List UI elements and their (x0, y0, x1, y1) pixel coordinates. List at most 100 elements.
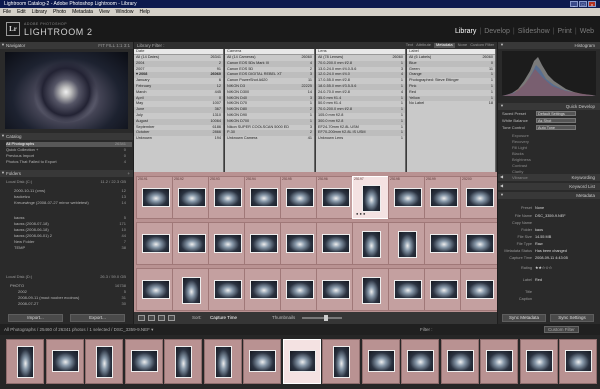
browser-item[interactable]: No Label 18 (407, 101, 495, 107)
metadata-value[interactable]: 14.55 MB (535, 235, 551, 239)
grid-thumbnail[interactable] (136, 222, 174, 265)
grid-thumbnail[interactable] (280, 268, 318, 311)
filmstrip-thumbnail[interactable] (559, 339, 597, 384)
menu-window[interactable]: Window (116, 9, 134, 15)
metadata-header[interactable]: ▼ Metadata (498, 192, 600, 199)
grid-thumbnail[interactable]: 25200 (460, 176, 497, 219)
filmstrip-path[interactable]: All Photographs / 25460 of 26341 photos … (4, 327, 153, 332)
filter-tab-text[interactable]: Text (406, 42, 413, 48)
filmstrip-thumbnail[interactable] (6, 339, 44, 384)
filmstrip-thumbnail[interactable] (361, 339, 400, 384)
thumbnail-size-thumb[interactable] (324, 315, 328, 321)
module-develop[interactable]: Develop (484, 28, 510, 36)
filmstrip-thumbnail[interactable] (282, 339, 321, 384)
filter-tab-metadata[interactable]: Metadata (433, 42, 455, 48)
auto-tone-button[interactable]: Auto Tone (536, 125, 576, 130)
module-slideshow[interactable]: Slideshow (518, 28, 550, 36)
survey-view-icon[interactable] (168, 315, 175, 321)
navigator-header[interactable]: ▼ Navigator FIT FILL 1:1 3:1 (0, 42, 133, 49)
folder-item[interactable]: New Folder 7 (14, 239, 132, 245)
filmstrip-thumbnail[interactable] (519, 339, 558, 384)
filmstrip-thumbnail[interactable] (243, 339, 281, 384)
grid-thumbnail[interactable] (352, 222, 390, 265)
grid-thumbnail[interactable] (388, 268, 426, 311)
plus-icon[interactable]: + (127, 171, 130, 176)
folder-item[interactable]: TEMP 38 (14, 245, 132, 251)
grid-thumbnail[interactable] (136, 268, 174, 311)
grid-thumbnail[interactable] (316, 222, 354, 265)
maximize-button[interactable]: □ (579, 1, 587, 7)
filmstrip-thumbnail[interactable] (85, 339, 123, 384)
grid-thumbnail[interactable] (208, 222, 246, 265)
menu-file[interactable]: File (3, 9, 11, 15)
keyword-list-header[interactable]: ◀ Keyword List (498, 183, 600, 190)
browser-item[interactable]: Unknown Camera 41 (225, 136, 314, 142)
menu-edit[interactable]: Edit (17, 9, 26, 15)
browser-item[interactable]: Unknown Lens 1 (316, 136, 405, 142)
filmstrip-filter-select[interactable]: Custom Filter (544, 326, 579, 334)
menu-view[interactable]: View (99, 9, 110, 15)
grid-thumbnail[interactable] (460, 222, 497, 265)
grid-thumbnail[interactable] (352, 268, 390, 311)
label-value[interactable]: Red (535, 278, 542, 282)
module-print[interactable]: Print (557, 28, 571, 36)
grid-thumbnail[interactable] (244, 222, 282, 265)
custom-filter-select[interactable]: Custom Filter (470, 42, 494, 48)
folder-item[interactable]: 2000-10-11 (cms) 12 (14, 188, 132, 194)
sort-select[interactable]: Capture Time (210, 315, 237, 320)
white-balance-select[interactable]: As Shot (536, 118, 576, 123)
menu-help[interactable]: Help (139, 9, 149, 15)
rating-stars[interactable]: ★★☆☆☆ (535, 266, 552, 270)
grid-thumbnail[interactable] (424, 268, 462, 311)
grid-thumbnail[interactable]: 25196 (316, 176, 354, 219)
grid-thumbnail[interactable]: 25191 (136, 176, 174, 219)
grid-thumbnail[interactable] (316, 268, 354, 311)
sync-settings-button[interactable]: Sync Settings (550, 314, 594, 322)
grid-thumbnail[interactable] (172, 268, 210, 311)
grid-thumbnail[interactable]: 25193 (208, 176, 246, 219)
filmstrip-thumbnail[interactable] (164, 339, 202, 384)
grid-thumbnail[interactable]: 25194 (244, 176, 282, 219)
folder-item[interactable]: 2008-07-27 30 (18, 301, 132, 307)
minimize-button[interactable]: _ (570, 1, 578, 7)
menu-library[interactable]: Library (32, 9, 47, 15)
folder-item[interactable]: PHOTO 16738 (10, 283, 132, 289)
filmstrip-thumbnail[interactable] (45, 339, 84, 384)
folder-item[interactable]: Kreuzwinge (2008-07-27 mirror webletest)… (14, 200, 132, 206)
metadata-preset-select[interactable]: None (535, 206, 544, 210)
grid-thumbnail[interactable] (208, 268, 246, 311)
saved-preset-select[interactable]: Default Settings (536, 111, 576, 116)
import-button[interactable]: Import... (8, 314, 63, 322)
thumbnail-size-slider[interactable] (302, 317, 342, 319)
filmstrip-thumbnail[interactable] (124, 339, 163, 384)
catalog-item[interactable]: Photos That Failed to Export 4 (6, 159, 132, 165)
filmstrip-thumbnail[interactable] (401, 339, 439, 384)
quick-develop-header[interactable]: ▼ Quick Develop (498, 103, 600, 110)
grid-thumbnail[interactable] (460, 268, 497, 311)
filter-tab-none[interactable]: None (458, 42, 468, 48)
grid-thumbnail[interactable] (244, 268, 282, 311)
export-button[interactable]: Export... (70, 314, 125, 322)
filmstrip-thumbnail[interactable] (440, 339, 479, 384)
grid-thumbnail[interactable]: 25199 (424, 176, 462, 219)
folders-header[interactable]: ▼ Folders + (0, 170, 133, 177)
filmstrip-thumbnail[interactable] (203, 339, 242, 384)
metadata-value[interactable]: 2008-09-11 4:43:05 (535, 256, 568, 260)
grid-thumbnail[interactable]: 25198 (388, 176, 426, 219)
menu-metadata[interactable]: Metadata (72, 9, 93, 15)
quick-develop-row[interactable]: Vibrance (512, 175, 528, 181)
grid-thumbnail[interactable]: 25195 (280, 176, 318, 219)
volume-d[interactable]: Local Disk (D:) 26.3 / 59.0 GB (6, 274, 132, 280)
module-library[interactable]: Library (455, 28, 476, 36)
close-button[interactable]: x (588, 1, 596, 7)
sync-metadata-button[interactable]: Sync Metadata (502, 314, 546, 322)
filmstrip-thumbnail[interactable] (480, 339, 518, 384)
metadata-value[interactable]: Raw (535, 242, 543, 246)
grid-thumbnail[interactable] (172, 222, 210, 265)
grid-view-icon[interactable] (138, 315, 145, 321)
grid-thumbnail[interactable]: 25192 (172, 176, 210, 219)
loupe-view-icon[interactable] (148, 315, 155, 321)
filmstrip-thumbnail[interactable] (322, 339, 360, 384)
navigator-zoom-options[interactable]: FIT FILL 1:1 3:1 (98, 43, 130, 48)
catalog-header[interactable]: ▼ Catalog (0, 133, 133, 140)
